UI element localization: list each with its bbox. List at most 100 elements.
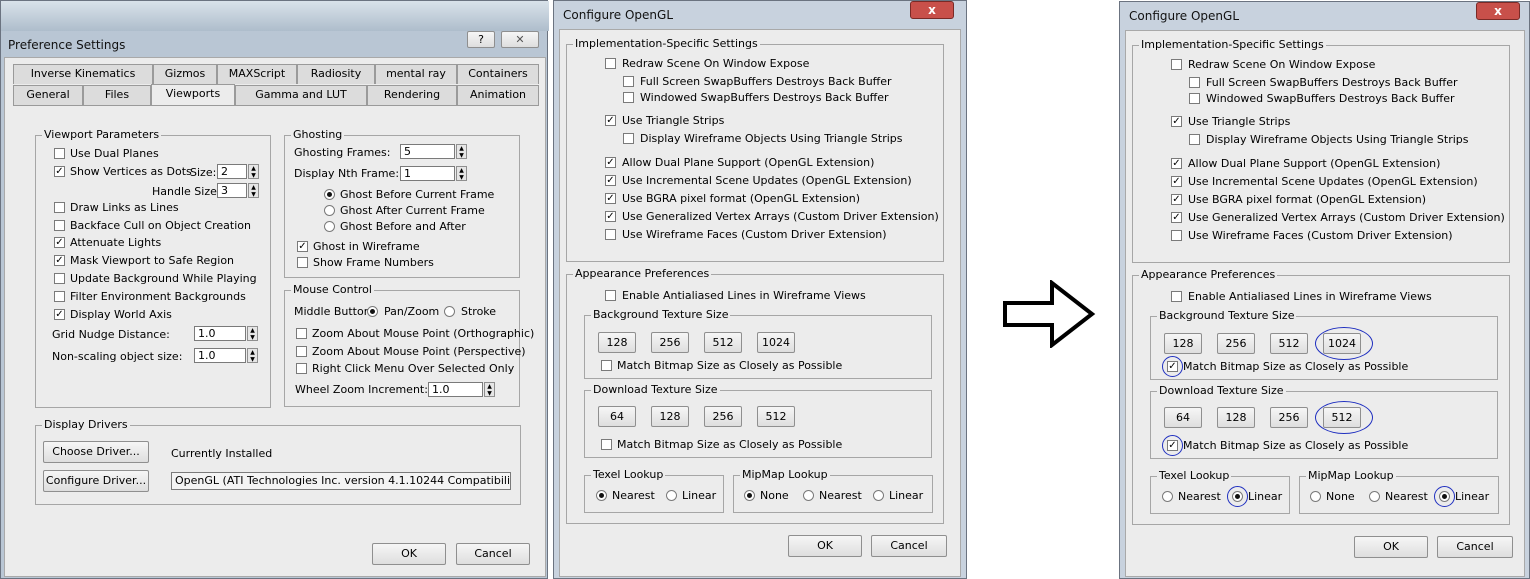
mip-linear-radio[interactable] bbox=[873, 490, 884, 501]
tab-animation[interactable]: Animation bbox=[457, 85, 539, 105]
tab-gizmos[interactable]: Gizmos bbox=[153, 64, 217, 84]
ogl-ok-button[interactable]: OK bbox=[1354, 536, 1428, 558]
mip-nearest-radio[interactable] bbox=[803, 490, 814, 501]
tab-containers[interactable]: Containers bbox=[457, 64, 539, 84]
dl-match-checkbox[interactable] bbox=[601, 439, 612, 450]
windowed-swap-checkbox[interactable] bbox=[1189, 93, 1200, 104]
ogl-cancel-button[interactable]: Cancel bbox=[1437, 536, 1513, 558]
size-spinner[interactable]: ▲ ▼ bbox=[248, 164, 259, 179]
texel-nearest-radio[interactable] bbox=[596, 490, 607, 501]
tab-inverse-kinematics[interactable]: Inverse Kinematics bbox=[13, 64, 153, 84]
display-world-axis-checkbox[interactable]: ✓ bbox=[54, 309, 65, 320]
zoom-ortho-checkbox[interactable] bbox=[296, 328, 307, 339]
bg-256-button[interactable]: 256 bbox=[651, 332, 689, 353]
fullscreen-swap-checkbox[interactable] bbox=[1189, 77, 1200, 88]
bg-512-button[interactable]: 512 bbox=[1270, 333, 1308, 354]
dual-plane-checkbox[interactable]: ✓ bbox=[1171, 158, 1182, 169]
wireframe-faces-checkbox[interactable] bbox=[605, 229, 616, 240]
close-button[interactable]: x bbox=[1476, 2, 1520, 20]
bg-256-button[interactable]: 256 bbox=[1217, 333, 1255, 354]
tab-maxscript[interactable]: MAXScript bbox=[217, 64, 297, 84]
bg-1024-button[interactable]: 1024 bbox=[757, 332, 795, 353]
tab-viewports[interactable]: Viewports bbox=[151, 84, 235, 106]
wheel-zoom-spinner[interactable]: ▲ ▼ bbox=[484, 382, 495, 397]
texel-linear-radio[interactable] bbox=[666, 490, 677, 501]
ghost-before-radio[interactable] bbox=[324, 189, 335, 200]
ogl-cancel-button[interactable]: Cancel bbox=[871, 535, 947, 557]
bgra-checkbox[interactable]: ✓ bbox=[605, 193, 616, 204]
ghost-before-after-radio[interactable] bbox=[324, 221, 335, 232]
handle-size-input[interactable]: 3 bbox=[217, 183, 247, 198]
attenuate-lights-checkbox[interactable]: ✓ bbox=[54, 237, 65, 248]
incremental-checkbox[interactable]: ✓ bbox=[1171, 176, 1182, 187]
display-nth-spinner[interactable]: ▲ ▼ bbox=[456, 166, 467, 181]
wheel-zoom-input[interactable]: 1.0 bbox=[428, 382, 483, 397]
triangle-strips-checkbox[interactable]: ✓ bbox=[605, 115, 616, 126]
mip-none-radio[interactable] bbox=[1310, 491, 1321, 502]
choose-driver-button[interactable]: Choose Driver... bbox=[43, 441, 149, 463]
nonscaling-input[interactable]: 1.0 bbox=[194, 348, 246, 363]
handle-size-spinner[interactable]: ▲ ▼ bbox=[248, 183, 259, 198]
wireframe-strips-checkbox[interactable] bbox=[1189, 134, 1200, 145]
ghosting-frames-spinner[interactable]: ▲ ▼ bbox=[456, 144, 467, 159]
dl-256-button[interactable]: 256 bbox=[1270, 407, 1308, 428]
dl-256-button[interactable]: 256 bbox=[704, 406, 742, 427]
grid-nudge-input[interactable]: 1.0 bbox=[194, 326, 246, 341]
tab-radiosity[interactable]: Radiosity bbox=[297, 64, 375, 84]
backface-cull-checkbox[interactable] bbox=[54, 220, 65, 231]
dl-64-button[interactable]: 64 bbox=[1164, 407, 1202, 428]
show-frame-numbers-checkbox[interactable] bbox=[297, 257, 308, 268]
display-nth-input[interactable]: 1 bbox=[400, 166, 455, 181]
dual-plane-checkbox[interactable]: ✓ bbox=[605, 157, 616, 168]
redraw-checkbox[interactable] bbox=[1171, 59, 1182, 70]
texel-nearest-radio[interactable] bbox=[1162, 491, 1173, 502]
pref-cancel-button[interactable]: Cancel bbox=[456, 543, 530, 565]
redraw-checkbox[interactable] bbox=[605, 58, 616, 69]
fullscreen-swap-checkbox[interactable] bbox=[623, 76, 634, 87]
filter-env-checkbox[interactable] bbox=[54, 291, 65, 302]
help-button[interactable]: ? bbox=[467, 31, 495, 48]
bg-128-button[interactable]: 128 bbox=[598, 332, 636, 353]
size-input[interactable]: 2 bbox=[217, 164, 247, 179]
close-button[interactable]: x bbox=[910, 1, 954, 19]
close-button[interactable]: ✕ bbox=[501, 31, 539, 48]
draw-links-checkbox[interactable] bbox=[54, 202, 65, 213]
bg-match-checkbox[interactable] bbox=[601, 360, 612, 371]
bg-128-button[interactable]: 128 bbox=[1164, 333, 1202, 354]
vertex-arrays-checkbox[interactable]: ✓ bbox=[1171, 212, 1182, 223]
pan-zoom-radio[interactable] bbox=[367, 306, 378, 317]
dl-128-button[interactable]: 128 bbox=[651, 406, 689, 427]
tab-files[interactable]: Files bbox=[83, 85, 151, 105]
tab-gamma-lut[interactable]: Gamma and LUT bbox=[235, 85, 367, 105]
nonscaling-spinner[interactable]: ▲ ▼ bbox=[247, 348, 258, 363]
wireframe-faces-checkbox[interactable] bbox=[1171, 230, 1182, 241]
mip-nearest-radio[interactable] bbox=[1369, 491, 1380, 502]
tab-mental-ray[interactable]: mental ray bbox=[375, 64, 457, 84]
triangle-strips-checkbox[interactable]: ✓ bbox=[1171, 116, 1182, 127]
antialiased-checkbox[interactable] bbox=[1171, 291, 1182, 302]
show-vertices-checkbox[interactable]: ✓ bbox=[54, 166, 65, 177]
right-click-checkbox[interactable] bbox=[296, 363, 307, 374]
ogl-ok-button[interactable]: OK bbox=[788, 535, 862, 557]
antialiased-checkbox[interactable] bbox=[605, 290, 616, 301]
stroke-radio[interactable] bbox=[444, 306, 455, 317]
wireframe-strips-checkbox[interactable] bbox=[623, 133, 634, 144]
vertex-arrays-checkbox[interactable]: ✓ bbox=[605, 211, 616, 222]
windowed-swap-checkbox[interactable] bbox=[623, 92, 634, 103]
bgra-checkbox[interactable]: ✓ bbox=[1171, 194, 1182, 205]
zoom-persp-checkbox[interactable] bbox=[296, 346, 307, 357]
dl-512-button[interactable]: 512 bbox=[757, 406, 795, 427]
dl-128-button[interactable]: 128 bbox=[1217, 407, 1255, 428]
use-dual-planes-checkbox[interactable] bbox=[54, 148, 65, 159]
ghosting-frames-input[interactable]: 5 bbox=[400, 144, 455, 159]
configure-driver-button[interactable]: Configure Driver... bbox=[43, 470, 149, 492]
grid-nudge-spinner[interactable]: ▲ ▼ bbox=[247, 326, 258, 341]
mip-none-radio[interactable] bbox=[744, 490, 755, 501]
bg-512-button[interactable]: 512 bbox=[704, 332, 742, 353]
mask-viewport-checkbox[interactable]: ✓ bbox=[54, 255, 65, 266]
update-background-checkbox[interactable] bbox=[54, 273, 65, 284]
pref-ok-button[interactable]: OK bbox=[372, 543, 446, 565]
ghost-in-wireframe-checkbox[interactable]: ✓ bbox=[297, 241, 308, 252]
tab-rendering[interactable]: Rendering bbox=[367, 85, 457, 105]
ghost-after-radio[interactable] bbox=[324, 205, 335, 216]
